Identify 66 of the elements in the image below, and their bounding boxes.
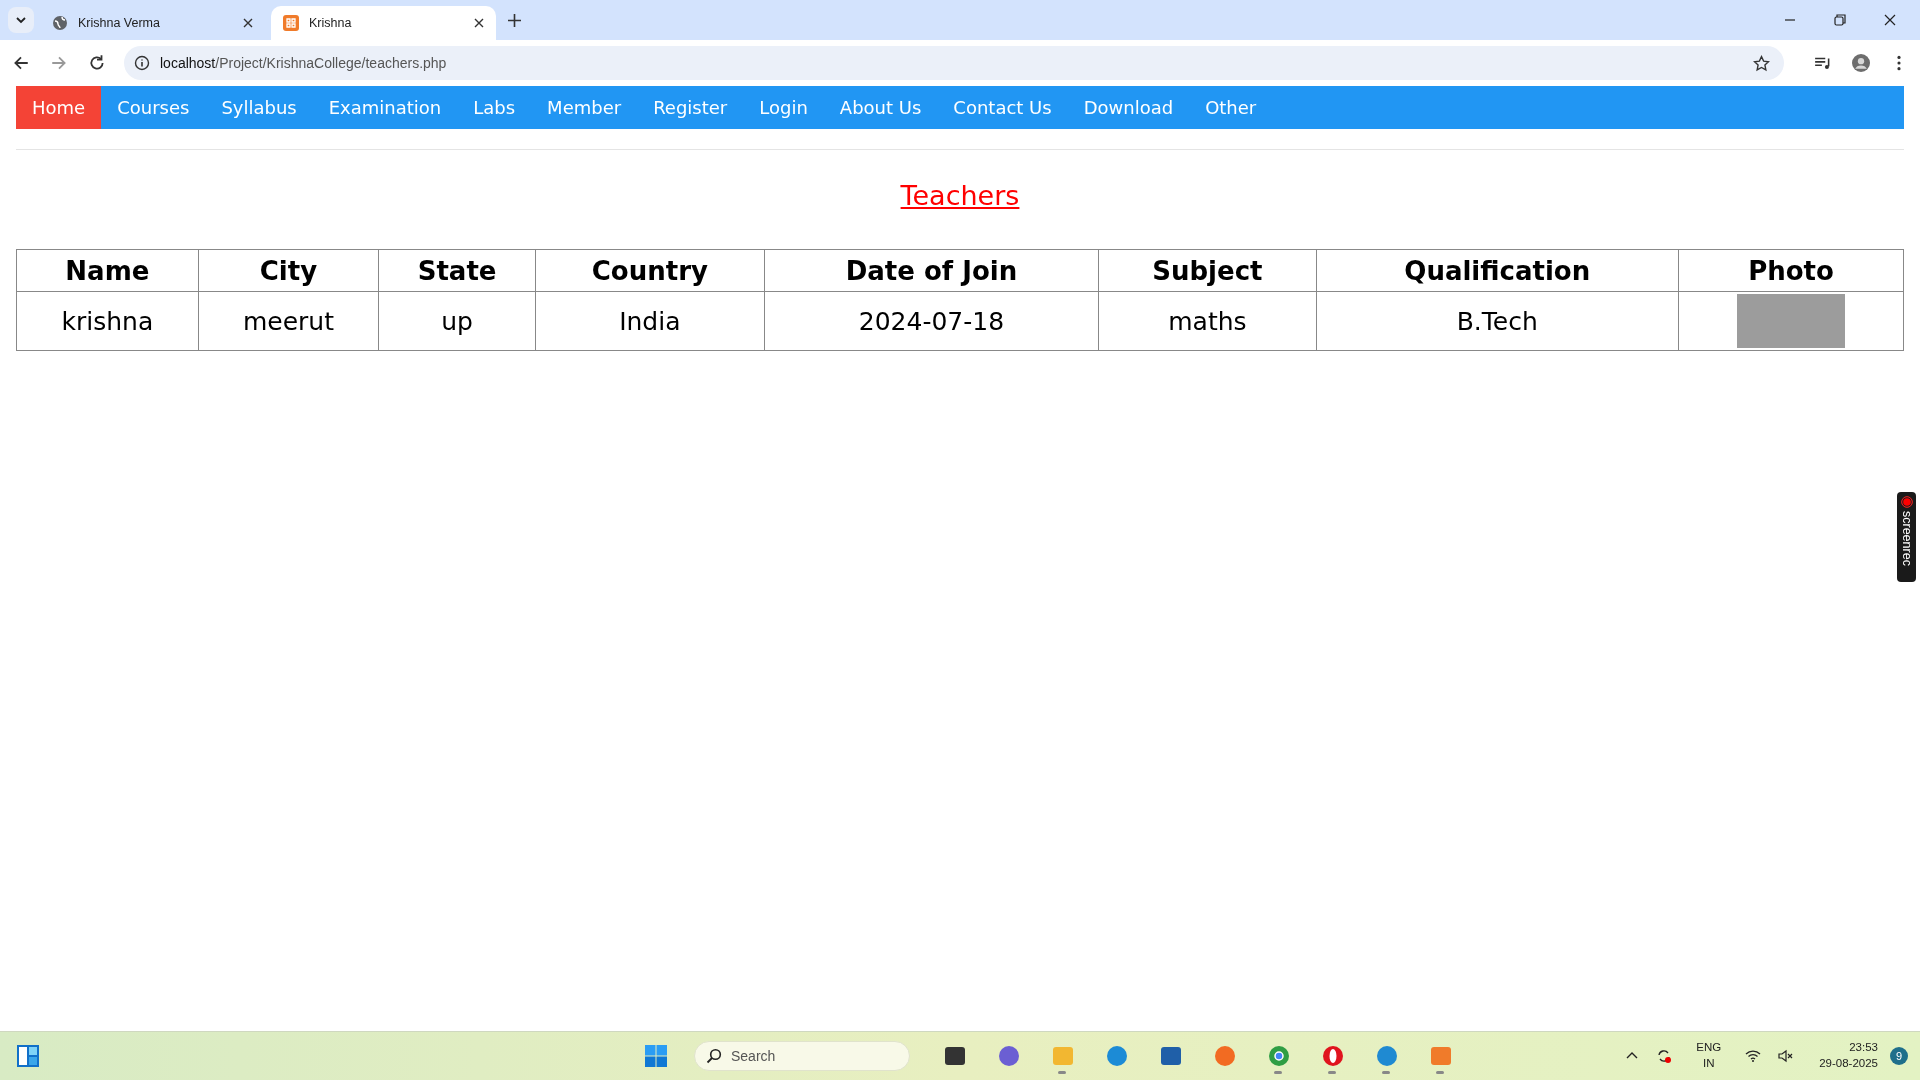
table-cell: maths <box>1098 291 1316 351</box>
nav-link[interactable]: About Us <box>823 86 938 129</box>
date-text: 29-08-2025 <box>1819 1056 1878 1071</box>
windows-start-icon[interactable] <box>644 1044 668 1068</box>
avatar-icon[interactable] <box>1852 54 1870 72</box>
close-icon[interactable] <box>1884 14 1896 26</box>
info-icon[interactable] <box>134 55 150 71</box>
sync-icon[interactable] <box>1656 1048 1673 1064</box>
table-cell: B.Tech <box>1316 291 1679 351</box>
chevron-down-icon <box>15 14 27 26</box>
nav-link[interactable]: Login <box>743 86 824 129</box>
tab-title: Krishna Verma <box>78 16 161 30</box>
column-header: State <box>378 249 536 292</box>
table-cell: meerut <box>198 291 379 351</box>
column-header: Subject <box>1098 249 1316 292</box>
nav-link[interactable]: Member <box>531 86 638 129</box>
browser-tab[interactable]: Krishna <box>271 6 496 40</box>
restore-icon[interactable] <box>1834 14 1846 26</box>
table-cell: India <box>535 291 765 351</box>
nav-link[interactable]: Contact Us <box>937 86 1068 129</box>
column-header: Date of Join <box>764 249 1099 292</box>
language-text: IN <box>1702 1056 1715 1071</box>
nav-link[interactable]: Syllabus <box>205 86 313 129</box>
close-icon[interactable] <box>243 18 253 28</box>
page-heading: Teachers <box>899 180 1021 211</box>
wifi-icon[interactable] <box>1745 1048 1762 1064</box>
language-text: ENG <box>1696 1040 1722 1056</box>
nav-link[interactable]: Register <box>637 86 744 129</box>
speaker-muted-icon[interactable] <box>1777 1048 1794 1064</box>
nav-link[interactable]: Download <box>1067 86 1190 129</box>
close-icon[interactable] <box>474 18 484 28</box>
recorder-label: screenrec <box>1900 511 1913 566</box>
star-icon[interactable] <box>1753 54 1770 72</box>
column-header: City <box>198 249 379 292</box>
clock[interactable]: 23:53 29-08-2025 <box>1819 1040 1878 1072</box>
nav-link[interactable]: Home <box>16 86 102 129</box>
new-tab-icon[interactable] <box>508 13 521 27</box>
column-header: Photo <box>1678 249 1904 292</box>
recorder-widget[interactable]: screenrec <box>1897 492 1916 582</box>
tab-list-button[interactable] <box>8 7 34 33</box>
url-text: localhost/Project/KrishnaCollege/teachers.php <box>160 55 447 71</box>
xampp-icon <box>283 15 299 31</box>
notification-badge[interactable]: 9 <box>1890 1047 1908 1065</box>
reload-icon[interactable] <box>88 54 106 72</box>
search-icon <box>706 1048 722 1064</box>
browser-tab[interactable]: Krishna Verma <box>40 6 265 40</box>
nav-link[interactable]: Examination <box>312 86 458 129</box>
language-indicator[interactable]: ENG IN <box>1696 1040 1722 1072</box>
globe-icon <box>52 15 68 31</box>
column-header: Name <box>16 249 199 292</box>
nav-link[interactable]: Other <box>1189 86 1273 129</box>
column-header: Qualification <box>1316 249 1679 292</box>
widgets-icon[interactable] <box>16 1044 40 1068</box>
tab-title: Krishna <box>309 16 353 30</box>
column-header: Country <box>535 249 765 292</box>
time-text: 23:53 <box>1849 1040 1878 1056</box>
record-icon <box>1900 496 1913 508</box>
table-cell: up <box>378 291 536 351</box>
back-arrow-icon[interactable] <box>12 54 30 72</box>
table-cell: krishna <box>16 291 199 351</box>
nav-link[interactable]: Labs <box>457 86 532 129</box>
address-bar[interactable]: localhost/Project/KrishnaCollege/teachers.php <box>124 46 1784 80</box>
nav-link[interactable]: Courses <box>101 86 206 129</box>
forward-arrow-icon[interactable] <box>50 54 68 72</box>
table-cell: 2024-07-18 <box>764 291 1099 351</box>
taskbar-search-field[interactable]: Search <box>694 1041 910 1071</box>
